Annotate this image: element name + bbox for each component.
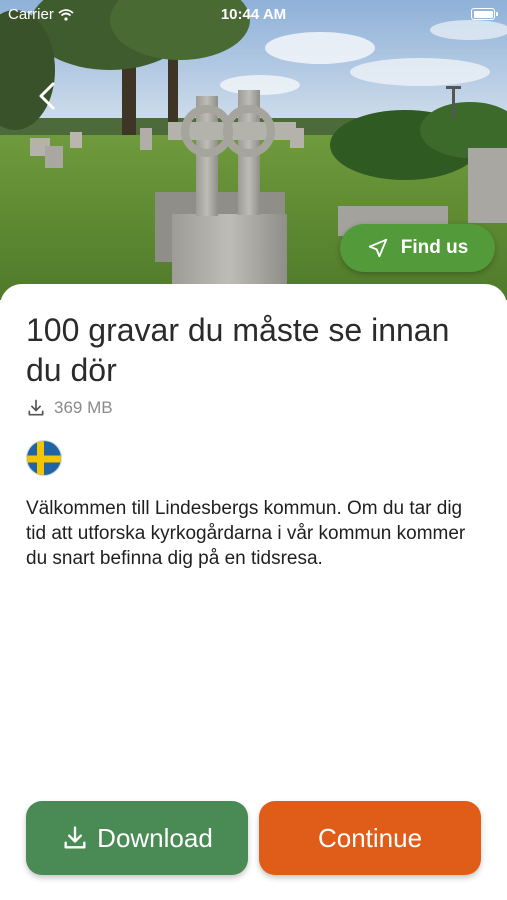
download-label: Download: [97, 822, 213, 853]
download-button[interactable]: Download: [26, 801, 248, 875]
battery-icon: [471, 8, 498, 20]
guide-title: 100 gravar du måste se innan du dör: [26, 312, 450, 388]
chevron-left-icon: [39, 82, 55, 110]
continue-label: Continue: [317, 822, 423, 853]
status-bar: Carrier 10:44 AM: [0, 0, 507, 30]
navigation-arrow-icon: [368, 238, 387, 258]
continue-button[interactable]: Continue: [259, 801, 481, 875]
back-button[interactable]: [30, 76, 64, 116]
find-us-button[interactable]: Find us: [340, 224, 495, 272]
guide-description: Välkommen till Lindesbergs kommun. Om du…: [26, 498, 466, 569]
download-icon: [64, 826, 86, 849]
find-us-label: Find us: [400, 237, 469, 258]
download-size-value: 369 MB: [54, 398, 113, 417]
swedish-flag-icon: [26, 440, 62, 476]
download-icon: [28, 399, 44, 416]
clock: 10:44 AM: [220, 6, 287, 23]
download-size: 369 MB: [26, 398, 113, 418]
